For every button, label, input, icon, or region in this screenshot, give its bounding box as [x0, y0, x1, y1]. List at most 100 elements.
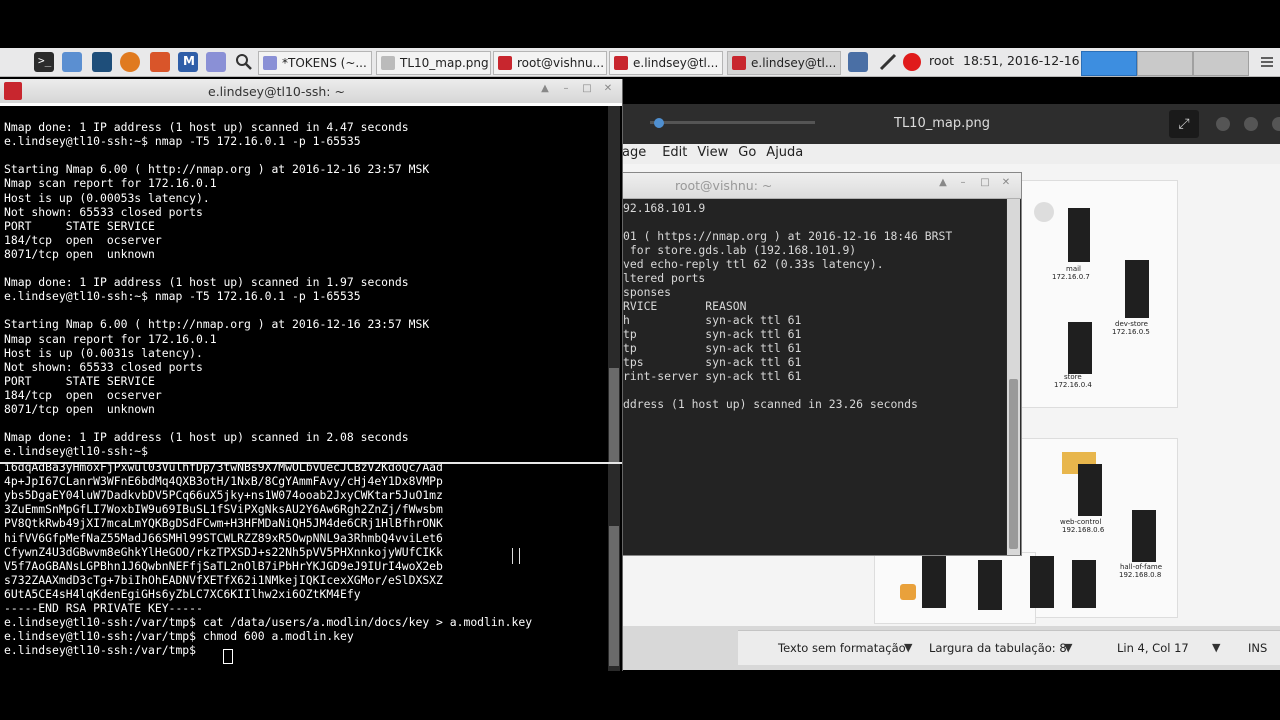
windows-logo-icon [900, 584, 916, 600]
fullscreen-icon[interactable]: ⤢ [1169, 110, 1199, 138]
terminal-line: e.lindsey@tl10-ssh:/var/tmp$ chmod 600 a… [4, 629, 354, 644]
scrollbar[interactable] [608, 464, 620, 671]
terminal-line: 92.168.101.9 [623, 201, 706, 215]
root-terminal-output[interactable]: 92.168.101.9 01 ( https://nmap.org ) at … [623, 199, 1006, 555]
terminal-line: ddress (1 host up) scanned in 23.26 seco… [623, 397, 918, 411]
terminal-line: Not shown: 65533 closed ports [4, 204, 203, 219]
tools-icon[interactable] [878, 52, 898, 72]
maximize-button[interactable]: □ [581, 83, 593, 95]
menu-go[interactable]: Go [738, 144, 766, 164]
terminal-launcher-icon[interactable]: >_ [34, 52, 54, 72]
terminal-line: 8071/tcp open unknown [4, 402, 155, 416]
terminal-line: Host is up (0.0031s latency). [4, 345, 203, 360]
root-terminal-titlebar[interactable]: root@vishnu: ~ ▲ – □ ✕ [623, 173, 1021, 199]
terminal-line: e.lindsey@tl10-ssh:/var/tmp$ cat /data/u… [4, 615, 533, 630]
network-group-windows [874, 552, 1036, 624]
clock: 18:51, 2016-12-16 [963, 53, 1080, 68]
task-tokens[interactable]: *TOKENS (~... [258, 51, 372, 75]
terminal-line: i6dqAdBa3yHmoxFjPxwul03VulhfDp/3twNBs9X7… [4, 464, 443, 474]
search-icon[interactable] [234, 52, 254, 72]
close-button[interactable] [1272, 117, 1280, 131]
file-manager-icon[interactable] [62, 52, 82, 72]
minimize-button[interactable] [1216, 117, 1230, 131]
task-label: TL10_map.png [400, 56, 489, 70]
shade-button[interactable]: ▲ [539, 83, 551, 95]
scrollbar-thumb[interactable] [609, 526, 619, 666]
menu-help[interactable]: Ajuda [766, 144, 813, 164]
system-monitor-icon[interactable] [92, 52, 112, 72]
server-icon [1072, 560, 1096, 608]
terminal-line: s732ZAAXmdD3cTg+7biIhOhEADNVfXETfX62i1NM… [4, 572, 443, 587]
node-label: hall-of-fame [1120, 563, 1163, 571]
tab-width-selector[interactable]: Largura da tabulação: 8 [929, 641, 1067, 655]
terminal-line: Nmap done: 1 IP address (1 host up) scan… [4, 430, 409, 445]
menu-view[interactable]: View [697, 144, 738, 164]
image-viewer-header: TL10_map.png ⤢ [622, 104, 1280, 144]
minimize-button[interactable]: – [957, 177, 969, 189]
terminal-line: Nmap done: 1 IP address (1 host up) scan… [4, 275, 409, 290]
task-image-viewer[interactable]: TL10_map.png [376, 51, 491, 75]
status-area: Texto sem formatação ▼ Largura da tabula… [622, 626, 1280, 670]
workspace-1[interactable] [1081, 51, 1137, 76]
terminal-line: 184/tcp open ocserver [4, 232, 162, 247]
terminal-line: CfywnZ4U3dGBwvm8eGhkYlHeGOO/rkzTPXSDJ+s2… [4, 544, 443, 559]
minimize-button[interactable]: – [560, 83, 572, 95]
menu-edit[interactable]: Edit [654, 144, 697, 164]
ssh-terminal-titlebar[interactable]: e.lindsey@tl10-ssh: ~ ▲ – □ ✕ [0, 79, 622, 104]
scrollbar-thumb[interactable] [609, 368, 619, 462]
zoom-slider[interactable] [650, 121, 815, 124]
ssh-terminal-top-pane[interactable]: Nmap done: 1 IP address (1 host up) scan… [4, 106, 604, 462]
close-button[interactable]: ✕ [1000, 177, 1012, 189]
maximize-button[interactable] [1244, 117, 1258, 131]
server-icon [1078, 464, 1102, 516]
cursor-position: Lin 4, Col 17 [1117, 641, 1189, 655]
menu-image[interactable]: age [622, 144, 654, 164]
maximize-button[interactable]: □ [979, 177, 991, 189]
firefox-icon[interactable] [120, 52, 140, 72]
terminal-line: tp syn-ack ttl 61 [623, 327, 802, 341]
scrollbar[interactable] [608, 106, 620, 462]
terminal-line: 3ZuEmmSnMpGfLI7WoxbIW9u69IBuSL1fSViPXgNk… [4, 502, 443, 517]
task-ssh-terminal-1[interactable]: e.lindsey@tl... [609, 51, 723, 75]
server-icon [1132, 510, 1156, 562]
image-viewer-title: TL10_map.png [894, 116, 990, 131]
terminal-line: Not shown: 65533 closed ports [4, 359, 203, 374]
terminal-line: ybs5DgaEY04luW7DadkvbDV5PCq66uX5jky+ns1W… [4, 488, 443, 503]
terminal-line: 01 ( https://nmap.org ) at 2016-12-16 18… [623, 229, 953, 243]
node-label: web-control [1060, 518, 1102, 526]
text-editor-icon [263, 56, 277, 70]
user-label: root [929, 53, 955, 68]
node-ip: 172.16.0.4 [1054, 381, 1092, 389]
ssh-terminal-bottom-pane[interactable]: i6dqAdBa3yHmoxFjPxwul03VulhfDp/3twNBs9X7… [4, 464, 604, 671]
image-icon [381, 56, 395, 70]
format-selector[interactable]: Texto sem formatação [778, 641, 906, 655]
chevron-down-icon: ▼ [1212, 641, 1221, 654]
node-ip: 192.168.0.6 [1062, 526, 1105, 534]
notes-icon[interactable] [206, 52, 226, 72]
task-label: e.lindsey@tl... [751, 56, 837, 70]
image-viewer-menubar: age Edit View Go Ajuda [622, 144, 1280, 164]
close-button[interactable]: ✕ [602, 83, 614, 95]
scrollbar[interactable] [1007, 199, 1020, 555]
zoom-slider-handle[interactable] [654, 118, 664, 128]
terminal-line: Nmap scan report for 172.16.0.1 [4, 331, 217, 346]
workspace-2[interactable] [1137, 51, 1193, 76]
task-ssh-terminal-2[interactable]: e.lindsey@tl... [727, 51, 841, 75]
terminal-icon [614, 56, 628, 70]
menu-icon[interactable] [1257, 52, 1277, 72]
burp-icon[interactable] [150, 52, 170, 72]
chevron-down-icon: ▼ [904, 641, 913, 654]
terminal-icon [732, 56, 746, 70]
record-icon[interactable] [903, 53, 921, 71]
network-icon[interactable] [848, 52, 868, 72]
scrollbar-thumb[interactable] [1009, 379, 1018, 549]
workspace-3[interactable] [1193, 51, 1249, 76]
shade-button[interactable]: ▲ [937, 177, 949, 189]
metasploit-icon[interactable]: M [178, 52, 198, 72]
node-label: mail [1066, 265, 1081, 273]
task-root-terminal[interactable]: root@vishnu... [493, 51, 607, 75]
terminal-line: Host is up (0.00053s latency). [4, 190, 210, 205]
terminal-line: e.lindsey@tl10-ssh:~$ nmap -T5 172.16.0.… [4, 134, 361, 149]
terminal-line: tps syn-ack ttl 61 [623, 355, 802, 369]
terminal-line: V5f7AoGBANsLGPBhn1J6QwbnNEFfjSaTL2nOlB7i… [4, 558, 443, 573]
